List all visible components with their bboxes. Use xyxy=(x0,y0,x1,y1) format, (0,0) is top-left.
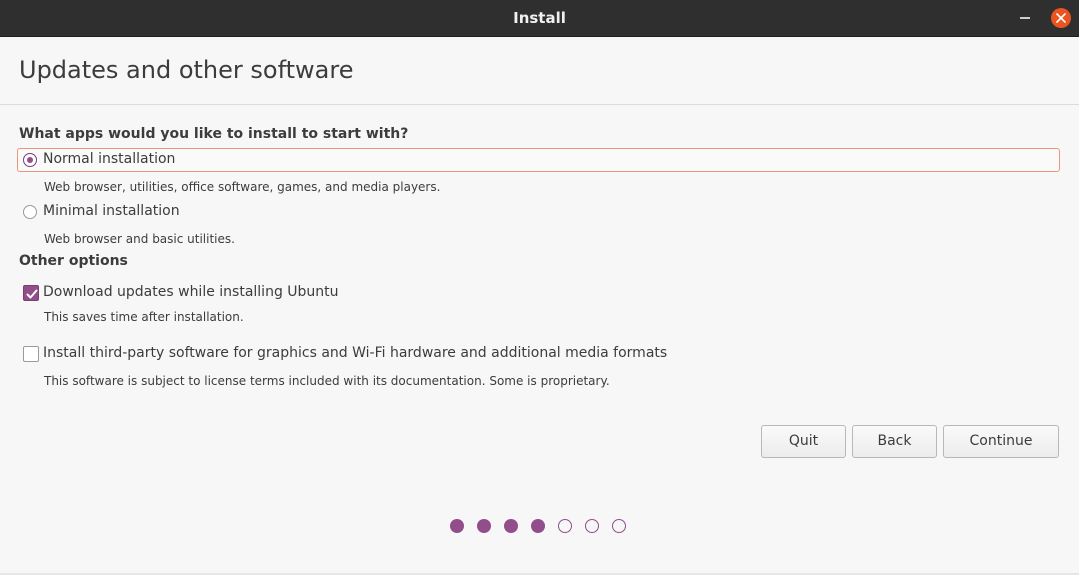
download-updates-description: This saves time after installation. xyxy=(44,310,244,324)
third-party-software-description: This software is subject to license term… xyxy=(44,374,610,388)
progress-dot-7 xyxy=(612,519,626,533)
checkmark-icon xyxy=(26,289,38,299)
page-title: Updates and other software xyxy=(19,56,354,84)
third-party-software-checkbox[interactable] xyxy=(23,346,39,362)
progress-dot-3 xyxy=(504,519,518,533)
other-options-heading: Other options xyxy=(19,253,128,269)
page-header: Updates and other software xyxy=(0,37,1079,105)
minimal-installation-description: Web browser and basic utilities. xyxy=(44,232,235,246)
minimize-button[interactable] xyxy=(1020,17,1030,19)
download-updates-checkbox[interactable] xyxy=(23,285,39,301)
normal-installation-radio[interactable] xyxy=(23,153,37,167)
progress-dot-2 xyxy=(477,519,491,533)
continue-button[interactable]: Continue xyxy=(943,425,1059,458)
download-updates-label[interactable]: Download updates while installing Ubuntu xyxy=(43,284,339,300)
apps-question: What apps would you like to install to s… xyxy=(19,126,409,142)
close-icon xyxy=(1056,13,1066,23)
minimal-installation-label[interactable]: Minimal installation xyxy=(43,203,180,219)
close-button[interactable] xyxy=(1051,8,1071,28)
normal-installation-label[interactable]: Normal installation xyxy=(43,151,175,167)
normal-installation-description: Web browser, utilities, office software,… xyxy=(44,180,441,194)
window-title: Install xyxy=(513,9,566,27)
progress-dot-5 xyxy=(558,519,572,533)
progress-dot-4 xyxy=(531,519,545,533)
minimal-installation-radio[interactable] xyxy=(23,205,37,219)
progress-dot-6 xyxy=(585,519,599,533)
quit-button[interactable]: Quit xyxy=(761,425,846,458)
progress-dot-1 xyxy=(450,519,464,533)
third-party-software-label[interactable]: Install third-party software for graphic… xyxy=(43,345,667,361)
title-bar: Install xyxy=(0,0,1079,37)
back-button[interactable]: Back xyxy=(852,425,937,458)
